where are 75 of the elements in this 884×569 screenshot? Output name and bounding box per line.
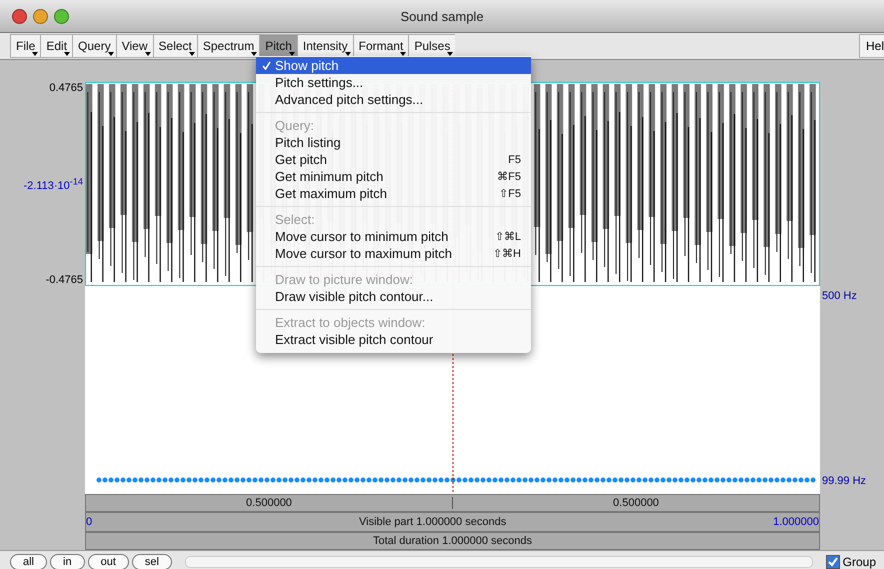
caret-icon (108, 52, 114, 56)
menu-item-label: Extract visible pitch contour (275, 332, 434, 347)
minimize-button[interactable] (33, 8, 48, 24)
menu-item-label: Get pitch (275, 152, 328, 167)
caret-icon (32, 52, 38, 56)
menu-item-label: Get maximum pitch (275, 186, 388, 201)
shortcut-label: ⇧F5 (499, 187, 521, 200)
check-icon (262, 61, 271, 70)
axis-label: 99.99 Hz (822, 475, 866, 487)
menu-item[interactable]: Move cursor to maximum pitch ⇧⌘H (256, 245, 531, 262)
caret-icon (188, 52, 195, 56)
duration-label: 0.500000 (612, 497, 660, 509)
menu-button[interactable]: Pitch (259, 34, 297, 58)
zoom-button[interactable]: sel (132, 554, 172, 569)
menu-item[interactable]: Move cursor to minimum pitch ⇧⌘L (256, 228, 531, 245)
selection-bar[interactable]: 0.500000 0.500000 (85, 494, 820, 512)
menu-section-header: Select: (274, 211, 316, 228)
shortcut-label: ⇧⌘H (493, 247, 521, 260)
menu-section-header: Extract to objects window: (274, 314, 426, 331)
zoom-button[interactable]: all (10, 554, 48, 569)
menu-button[interactable]: Spectrum (196, 34, 260, 58)
checkbox-label: Group (842, 554, 876, 568)
menu-item-label: Draw visible pitch contour... (275, 289, 434, 304)
menu-item[interactable]: Get pitch F5 (256, 151, 531, 168)
total-duration-label: Total duration 1.000000 seconds (372, 535, 533, 547)
menu-button[interactable]: Intensity (296, 34, 353, 58)
menu-section-header: Draw to picture window: (274, 271, 414, 288)
total-duration-bar[interactable]: Total duration 1.000000 seconds (85, 532, 820, 550)
caret-icon (251, 52, 258, 56)
menu-item[interactable]: Show pitch (256, 57, 531, 74)
visible-part-bar[interactable]: 0 Visible part 1.000000 seconds 1.000000 (85, 512, 820, 532)
axis-label: 500 Hz (822, 290, 857, 302)
menu-item-label: Pitch listing (275, 135, 342, 150)
duration-label: 0.500000 (86, 497, 453, 509)
menu-item-label: Show pitch (275, 58, 340, 73)
menu-button[interactable]: Pulses (408, 34, 456, 58)
menu-item-label: Move cursor to minimum pitch (275, 229, 450, 244)
shortcut-label: ⇧⌘L (494, 230, 521, 243)
menu-item[interactable]: Get minimum pitch ⌘F5 (256, 168, 531, 185)
menu-button[interactable]: File (10, 34, 40, 58)
menu-item-label: Pitch settings... (275, 75, 364, 90)
end-time: 1.000000 (773, 516, 819, 528)
menu-section-header: Query: (274, 117, 316, 134)
visible-part-label: Visible part 1.000000 seconds (358, 516, 508, 528)
check-icon (828, 556, 838, 566)
menu-item[interactable]: Get maximum pitch ⇧F5 (256, 185, 531, 202)
menu-item[interactable]: Advanced pitch settings... (256, 91, 531, 108)
shortcut-label: F5 (508, 154, 521, 166)
caret-icon (64, 52, 70, 56)
shortcut-label: ⌘F5 (497, 170, 521, 183)
axis-label: 0.4765 (49, 82, 83, 94)
menu-button[interactable]: View (116, 34, 153, 58)
zoom-button[interactable]: in (50, 554, 85, 569)
menu-item[interactable]: Pitch listing (256, 134, 531, 151)
zoom-button[interactable] (54, 8, 69, 24)
scroll-bar[interactable] (184, 556, 813, 568)
axis-label: -2.113·10$^{-14}$ (23, 176, 83, 192)
caret-icon (144, 52, 151, 56)
menu-button[interactable]: Query (72, 34, 116, 58)
window-title: Sound sample (399, 8, 485, 24)
close-button[interactable] (12, 8, 27, 24)
start-time: 0 (86, 516, 92, 528)
menu-item-label: Get minimum pitch (275, 169, 384, 184)
axis-label: -0.4765 (46, 274, 83, 286)
menu-button[interactable]: Select (152, 34, 197, 58)
menu-item[interactable]: Pitch settings... (256, 74, 531, 91)
menu-button[interactable]: Formant (352, 34, 408, 58)
menu-item-label: Move cursor to maximum pitch (275, 246, 453, 261)
menu-button[interactable]: Edit (40, 34, 72, 58)
menu-item[interactable]: Draw visible pitch contour... (256, 288, 531, 305)
menu-item[interactable]: Extract visible pitch contour (256, 331, 531, 348)
help-button[interactable]: Hel (858, 34, 884, 58)
menu-item-label: Advanced pitch settings... (275, 92, 424, 107)
zoom-button[interactable]: out (88, 554, 129, 569)
group-checkbox[interactable] (826, 554, 840, 568)
